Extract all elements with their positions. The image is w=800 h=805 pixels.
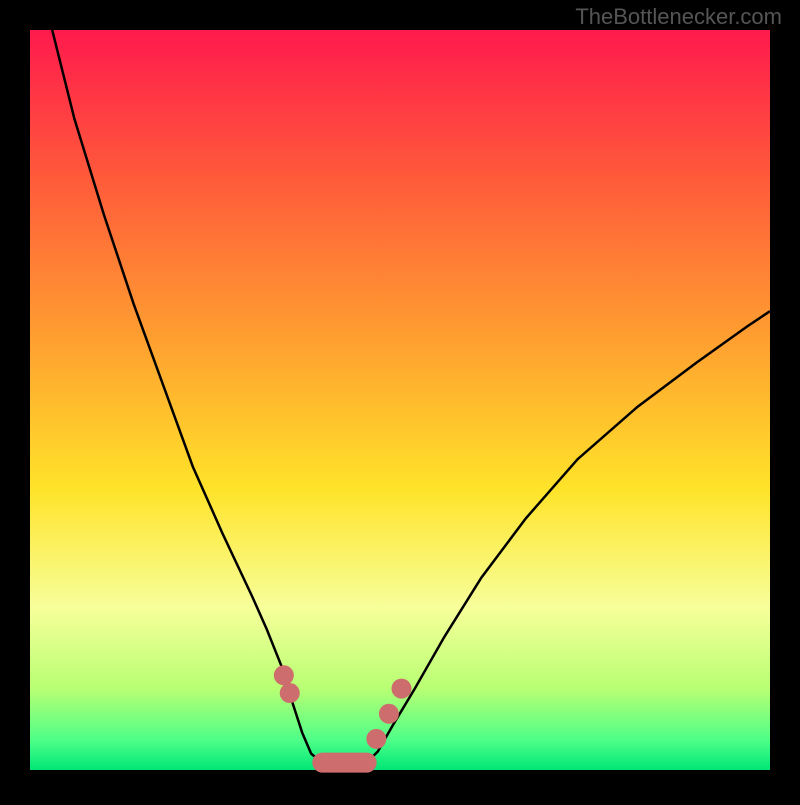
chart-svg	[0, 0, 800, 800]
marker-4	[391, 679, 411, 699]
plot-background	[30, 30, 770, 770]
marker-3	[379, 704, 399, 724]
marker-2	[366, 729, 386, 749]
stage: TheBottlenecker.com	[0, 0, 800, 800]
marker-1	[280, 683, 300, 703]
marker-0	[274, 665, 294, 685]
attribution-label: TheBottlenecker.com	[575, 4, 782, 30]
